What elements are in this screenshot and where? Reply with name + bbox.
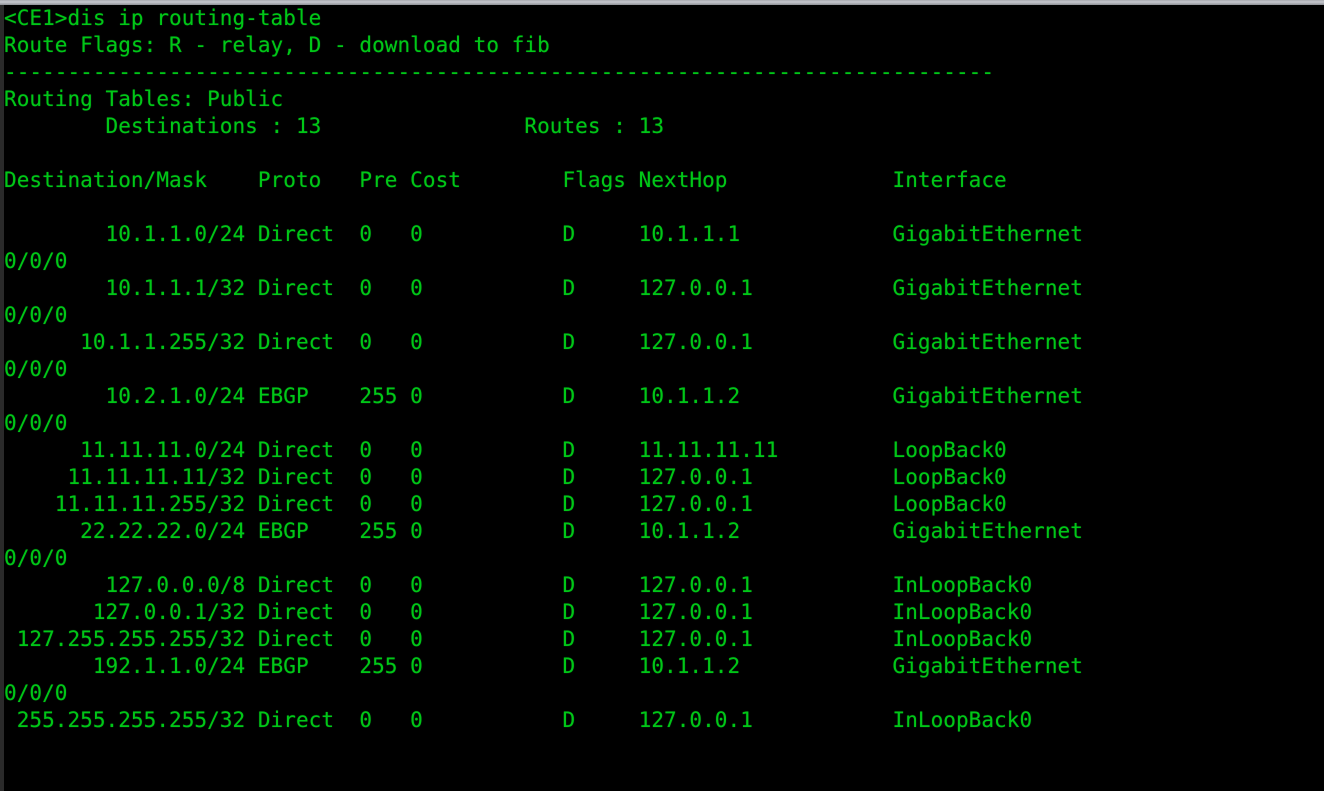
table-row: 127.0.0.1/32 Direct 0 0 D 127.0.0.1 InLo…: [4, 600, 1033, 624]
table-row: 22.22.22.0/24 EBGP 255 0 D 10.1.1.2 Giga…: [4, 519, 1083, 543]
table-row: 127.0.0.0/8 Direct 0 0 D 127.0.0.1 InLoo…: [4, 573, 1033, 597]
terminal-window[interactable]: <CE1>dis ip routing-table Route Flags: R…: [0, 0, 1324, 791]
table-row: 10.1.1.1/32 Direct 0 0 D 127.0.0.1 Gigab…: [4, 276, 1083, 300]
route-flags-legend-line: Route Flags: R - relay, D - download to …: [4, 33, 550, 57]
table-row-wrap: 0/0/0: [4, 249, 68, 273]
separator-line: ----------------------------------------…: [4, 60, 995, 84]
table-row: 255.255.255.255/32 Direct 0 0 D 127.0.0.…: [4, 708, 1033, 732]
table-row-wrap: 0/0/0: [4, 681, 68, 705]
command-prompt-line: <CE1>dis ip routing-table: [4, 6, 322, 30]
table-row: 127.255.255.255/32 Direct 0 0 D 127.0.0.…: [4, 627, 1033, 651]
table-header-line: Destination/Mask Proto Pre Cost Flags Ne…: [4, 168, 1007, 192]
table-row-wrap: 0/0/0: [4, 357, 68, 381]
table-row: 11.11.11.0/24 Direct 0 0 D 11.11.11.11 L…: [4, 438, 1007, 462]
table-row: 10.2.1.0/24 EBGP 255 0 D 10.1.1.2 Gigabi…: [4, 384, 1083, 408]
window-title-bar: [0, 0, 1324, 5]
table-row-wrap: 0/0/0: [4, 303, 68, 327]
window-left-edge: [0, 5, 4, 791]
table-row: 10.1.1.255/32 Direct 0 0 D 127.0.0.1 Gig…: [4, 330, 1083, 354]
table-row: 11.11.11.255/32 Direct 0 0 D 127.0.0.1 L…: [4, 492, 1007, 516]
routing-table-rows: 10.1.1.0/24 Direct 0 0 D 10.1.1.1 Gigabi…: [4, 221, 1324, 734]
table-row-wrap: 0/0/0: [4, 411, 68, 435]
table-row: 11.11.11.11/32 Direct 0 0 D 127.0.0.1 Lo…: [4, 465, 1007, 489]
table-row: 192.1.1.0/24 EBGP 255 0 D 10.1.1.2 Gigab…: [4, 654, 1083, 678]
table-row-wrap: 0/0/0: [4, 546, 68, 570]
counts-line: Destinations : 13 Routes : 13: [4, 114, 665, 138]
table-row: 10.1.1.0/24 Direct 0 0 D 10.1.1.1 Gigabi…: [4, 222, 1083, 246]
terminal-screen[interactable]: <CE1>dis ip routing-table Route Flags: R…: [4, 5, 1324, 791]
routing-tables-line: Routing Tables: Public: [4, 87, 284, 111]
